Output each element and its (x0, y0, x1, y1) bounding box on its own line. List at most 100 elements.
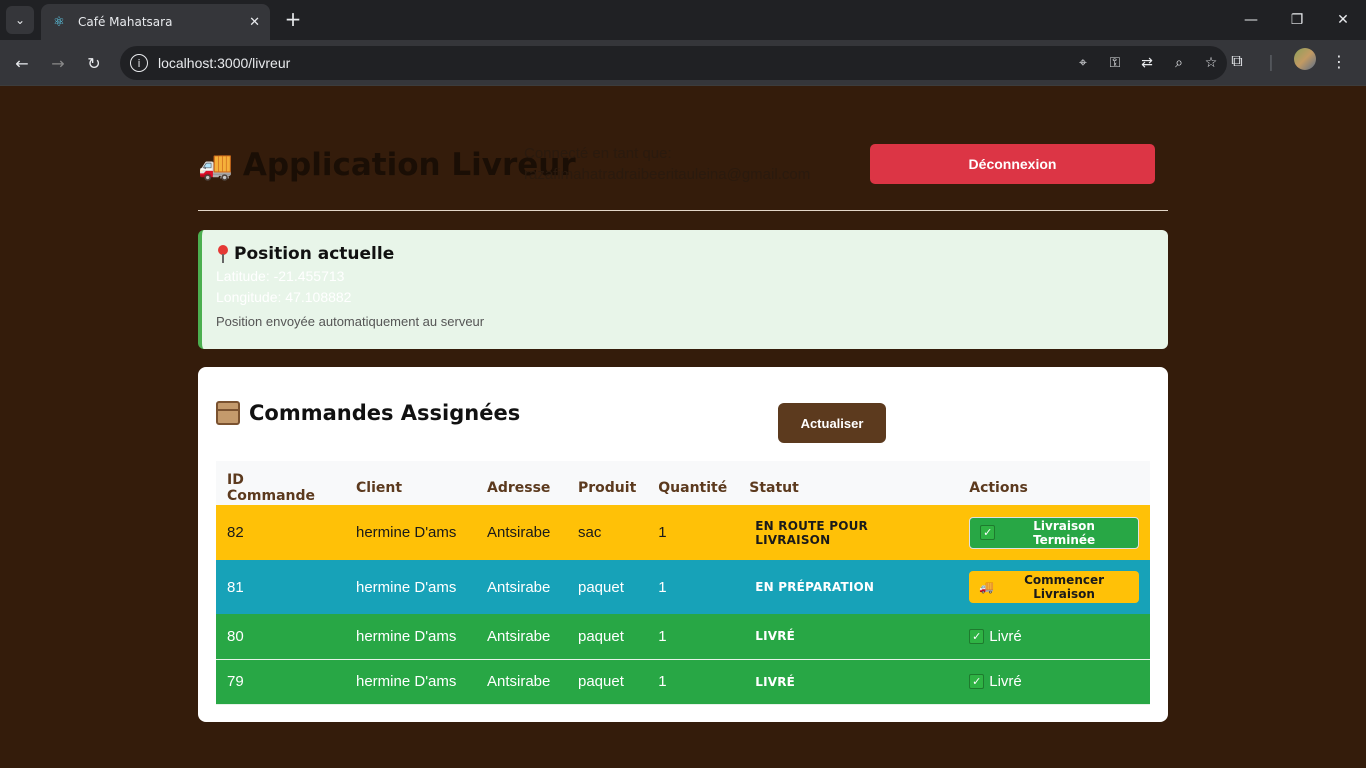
zoom-icon[interactable]: ⌕ (1163, 55, 1195, 71)
col-address: Adresse (487, 480, 551, 496)
check-icon: ✓ (969, 628, 985, 644)
back-icon[interactable]: ← (10, 51, 34, 75)
cell-client: hermine D'ams (345, 659, 476, 705)
delivered-indicator: ✓ Livré (969, 628, 1139, 645)
site-info-icon[interactable]: i (130, 54, 148, 72)
delivered-label: Livré (989, 627, 1022, 645)
react-icon: ⚛ (53, 14, 65, 30)
package-icon (216, 401, 240, 425)
truck-icon: 🚚 (979, 580, 995, 594)
user-email: razafimahatradraibeeritauleina@gmail.com (524, 166, 811, 183)
cell-address: Antsirabe (487, 524, 551, 541)
orders-table: ID Commande Client Adresse Produit Quant… (216, 461, 1150, 705)
position-title: Position actuelle (216, 244, 1154, 264)
col-quantity: Quantité (658, 480, 728, 496)
cell-id: 81 (227, 578, 244, 596)
status-badge: EN PRÉPARATION (755, 580, 875, 594)
url-text[interactable]: localhost:3000/livreur (158, 55, 1067, 71)
connected-label: Connecté en tant que: (524, 145, 672, 162)
check-icon: ✓ (980, 525, 996, 540)
close-tab-icon[interactable]: ✕ (249, 15, 260, 30)
cell-actions: ✓ Livré (958, 659, 1150, 705)
orders-card: Commandes Assignées Actualiser ID Comman… (198, 367, 1168, 722)
cell-client: hermine D'ams (345, 614, 476, 660)
tab-search-icon[interactable]: ⌄ (6, 6, 34, 34)
col-actions: Actions (969, 480, 1028, 496)
page-title: 🚚 Application Livreur (198, 147, 576, 183)
status-badge: LIVRÉ (738, 614, 959, 660)
cell-address: Antsirabe (476, 614, 567, 660)
status-badge: EN ROUTE POUR LIVRAISON (755, 518, 868, 547)
orders-title-text: Commandes Assignées (249, 401, 521, 425)
browser-toolbar: ← → ↻ i localhost:3000/livreur ⌖ ⚿ ⇄ ⌕ ☆… (0, 40, 1366, 86)
col-status: Statut (749, 480, 799, 496)
cell-id: 82 (227, 524, 244, 541)
position-card: Position actuelle Latitude: -21.455713 L… (198, 230, 1168, 349)
cell-client: hermine D'ams (356, 578, 457, 596)
app-header: 🚚 Application Livreur Connecté en tant q… (198, 139, 1168, 211)
latitude-text: Latitude: -21.455713 (216, 268, 345, 284)
col-product: Produit (578, 480, 637, 496)
extensions-icon[interactable]: ⧉ (1220, 51, 1254, 71)
position-note: Position envoyée automatiquement au serv… (216, 314, 485, 329)
table-row: 82 hermine D'ams Antsirabe sac 1 EN ROUT… (216, 505, 1150, 560)
minimize-icon[interactable]: — (1228, 0, 1274, 40)
finish-delivery-button[interactable]: ✓ Livraison Terminée (969, 516, 1139, 549)
cell-address: Antsirabe (487, 578, 551, 596)
logout-button[interactable]: Déconnexion (870, 144, 1155, 184)
browser-tab[interactable]: ⚛ Café Mahatsara ✕ (41, 4, 270, 40)
orders-title: Commandes Assignées (216, 401, 520, 425)
menu-icon[interactable]: ⋮ (1322, 52, 1356, 71)
new-tab-icon[interactable]: + (282, 7, 304, 31)
browser-tabbar: ⌄ ⚛ Café Mahatsara ✕ + — ❐ ✕ (0, 0, 1366, 40)
table-row: 81 hermine D'ams Antsirabe paquet 1 EN P… (216, 560, 1150, 614)
cell-quantity: 1 (647, 614, 739, 660)
toolbar-right: ⧉ | ⋮ (1220, 48, 1356, 74)
delivered-label: Livré (989, 673, 1022, 690)
cell-id: 79 (216, 659, 345, 705)
refresh-button[interactable]: Actualiser (778, 403, 886, 443)
table-row: 79 hermine D'ams Antsirabe paquet 1 LIVR… (216, 659, 1150, 705)
profile-avatar[interactable] (1288, 48, 1322, 74)
user-info: Connecté en tant que: razafimahatradraib… (524, 143, 810, 185)
table-row: 80 hermine D'ams Antsirabe paquet 1 LIVR… (216, 614, 1150, 660)
start-delivery-button[interactable]: 🚚 Commencer Livraison (969, 571, 1139, 603)
start-delivery-label: Commencer Livraison (1024, 573, 1105, 601)
key-icon[interactable]: ⚿ (1099, 55, 1131, 71)
delivered-indicator: ✓ Livré (969, 673, 1139, 690)
finish-delivery-label: Livraison Terminée (1033, 518, 1096, 547)
cell-actions: ✓ Livré (958, 614, 1150, 660)
truck-icon: 🚚 (198, 148, 233, 182)
location-icon[interactable]: ⌖ (1067, 55, 1099, 71)
col-id: ID Commande (227, 472, 315, 504)
col-client: Client (356, 480, 403, 496)
cell-product: paquet (578, 578, 624, 596)
reload-icon[interactable]: ↻ (82, 51, 106, 75)
cell-product: paquet (567, 659, 648, 705)
pin-icon (216, 245, 230, 263)
translate-icon[interactable]: ⇄ (1131, 55, 1163, 71)
cell-actions: 🚚 Commencer Livraison (958, 560, 1150, 614)
cell-quantity: 1 (658, 524, 667, 541)
close-window-icon[interactable]: ✕ (1320, 0, 1366, 40)
page: 🚚 Application Livreur Connecté en tant q… (0, 87, 1366, 768)
restore-icon[interactable]: ❐ (1274, 0, 1320, 40)
cell-product: paquet (567, 614, 648, 660)
address-bar[interactable]: i localhost:3000/livreur ⌖ ⚿ ⇄ ⌕ ☆ (120, 46, 1227, 80)
tab-title: Café Mahatsara (78, 15, 173, 29)
toolbar-divider: | (1268, 51, 1274, 71)
cell-actions: ✓ Livraison Terminée (958, 505, 1150, 560)
longitude-text: Longitude: 47.108882 (216, 289, 352, 305)
check-icon: ✓ (969, 674, 985, 689)
forward-icon[interactable]: → (46, 51, 70, 75)
window-controls: — ❐ ✕ (1228, 0, 1366, 40)
cell-address: Antsirabe (476, 659, 567, 705)
cell-quantity: 1 (658, 578, 667, 596)
cell-quantity: 1 (647, 659, 739, 705)
position-title-text: Position actuelle (234, 244, 395, 264)
table-header-row: ID Commande Client Adresse Produit Quant… (216, 461, 1150, 505)
status-badge: LIVRÉ (738, 659, 959, 705)
cell-id: 80 (216, 614, 345, 660)
cell-client: hermine D'ams (356, 524, 457, 541)
cell-product: sac (578, 524, 602, 541)
